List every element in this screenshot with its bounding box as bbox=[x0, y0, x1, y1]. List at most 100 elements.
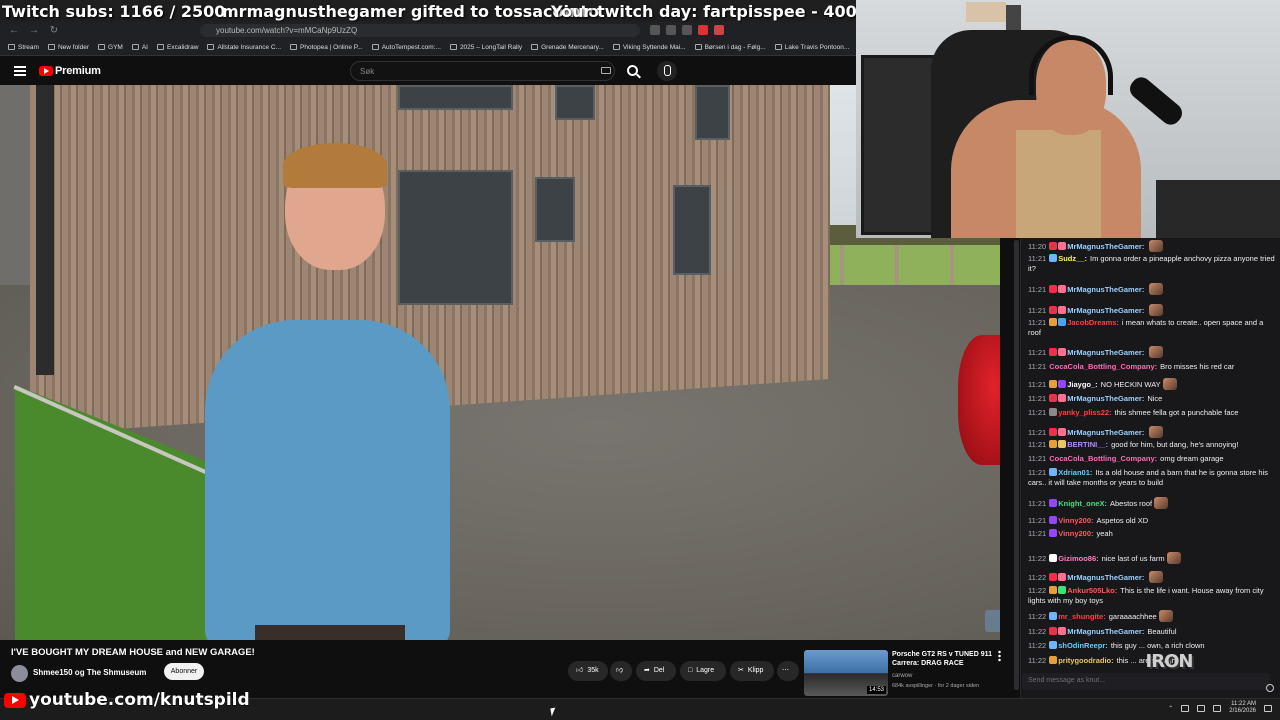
bookmark-item[interactable]: Stream bbox=[8, 44, 39, 51]
chat-badge-icon[interactable] bbox=[1058, 348, 1067, 356]
recommendation-more-icon[interactable] bbox=[998, 650, 1001, 662]
url-field[interactable]: youtube.com/watch?v=mMCaNp9UzZQ bbox=[200, 24, 640, 37]
chat-username[interactable]: Xdrian01: bbox=[1058, 468, 1092, 477]
like-button[interactable]: 👍︎ 35k bbox=[568, 661, 608, 681]
chat-input[interactable]: Send message as knut... bbox=[1022, 673, 1270, 690]
chat-username[interactable]: MrMagnusTheGamer: bbox=[1067, 394, 1144, 403]
chat-username[interactable]: MrMagnusTheGamer: bbox=[1067, 306, 1144, 315]
search-input[interactable]: Søk bbox=[350, 61, 615, 81]
chat-badge-icon[interactable] bbox=[1058, 573, 1067, 581]
chat-username[interactable]: mr_shungite: bbox=[1058, 612, 1106, 621]
chat-badge-icon[interactable] bbox=[1058, 318, 1067, 326]
subscribe-button[interactable]: Abonner bbox=[164, 663, 204, 680]
extension-icon[interactable] bbox=[682, 25, 692, 35]
gear-icon[interactable] bbox=[1266, 684, 1274, 692]
chat-username[interactable]: Jiaygo_: bbox=[1067, 380, 1097, 389]
chat-badge-icon[interactable] bbox=[1049, 242, 1058, 250]
volume-icon[interactable] bbox=[1197, 704, 1206, 712]
chat-badge-icon[interactable] bbox=[1049, 468, 1058, 476]
chat-badge-icon[interactable] bbox=[1049, 394, 1058, 402]
chat-badge-icon[interactable] bbox=[1049, 529, 1058, 537]
bookmark-item[interactable]: Viking Syttende Mai... bbox=[612, 44, 686, 51]
chat-username[interactable]: Knight_oneX: bbox=[1058, 499, 1107, 508]
youtube-brand[interactable]: Premium bbox=[55, 65, 101, 77]
chat-badge-icon[interactable] bbox=[1049, 586, 1058, 594]
extension-icon[interactable] bbox=[650, 25, 660, 35]
chat-badge-icon[interactable] bbox=[1049, 285, 1058, 293]
chat-badge-icon[interactable] bbox=[1049, 627, 1058, 635]
chat-username[interactable]: MrMagnusTheGamer: bbox=[1067, 285, 1144, 294]
more-actions-button[interactable]: ⋯ bbox=[777, 661, 799, 681]
video-overlay-icon[interactable] bbox=[985, 610, 1000, 632]
hamburger-icon[interactable] bbox=[14, 66, 26, 76]
bookmark-item[interactable]: GYM bbox=[98, 44, 123, 51]
chat-badge-icon[interactable] bbox=[1049, 499, 1058, 507]
chat-username[interactable]: Sudz__: bbox=[1058, 254, 1087, 263]
chat-username[interactable]: MrMagnusTheGamer: bbox=[1067, 428, 1144, 437]
bookmark-item[interactable]: Excalidraw bbox=[157, 44, 198, 51]
chat-badge-icon[interactable] bbox=[1058, 627, 1067, 635]
tray-chevron-icon[interactable]: ⌃ bbox=[1168, 705, 1173, 712]
chat-badge-icon[interactable] bbox=[1049, 408, 1058, 416]
bookmark-item[interactable]: AutoTempest.com:... bbox=[371, 44, 441, 51]
extension-icon[interactable] bbox=[714, 25, 724, 35]
chat-badge-icon[interactable] bbox=[1049, 348, 1058, 356]
chat-badge-icon[interactable] bbox=[1049, 516, 1058, 524]
bookmark-item[interactable]: Allstate Insurance C... bbox=[207, 44, 281, 51]
recommendation-channel[interactable]: carwow bbox=[892, 673, 912, 679]
extension-icon[interactable] bbox=[666, 25, 676, 35]
chat-badge-icon[interactable] bbox=[1049, 612, 1058, 620]
chat-badge-icon[interactable] bbox=[1058, 586, 1067, 594]
chat-scrollbar[interactable] bbox=[1014, 240, 1019, 690]
dislike-button[interactable]: 👎︎ bbox=[610, 661, 632, 681]
chat-username[interactable]: CocaCola_Bottling_Company: bbox=[1049, 362, 1157, 371]
mic-icon[interactable] bbox=[657, 61, 677, 81]
chat-username[interactable]: MrMagnusTheGamer: bbox=[1067, 573, 1144, 582]
chat-badge-icon[interactable] bbox=[1049, 656, 1058, 664]
chat-username[interactable]: pritygoodradio: bbox=[1058, 656, 1113, 665]
recommendation-title[interactable]: Porsche GT2 RS v TUNED 911 Carrera: DRAG… bbox=[892, 650, 992, 668]
share-button[interactable]: ➦ Del bbox=[636, 661, 676, 681]
chat-username[interactable]: yanky_pliss22: bbox=[1058, 408, 1111, 417]
bookmark-item[interactable]: 2025 – LongTail Rally bbox=[449, 44, 522, 51]
chat-username[interactable]: MrMagnusTheGamer: bbox=[1067, 627, 1144, 636]
chat-username[interactable]: MrMagnusTheGamer: bbox=[1067, 348, 1144, 357]
channel-name[interactable]: Shmee150 og The Shmuseum bbox=[33, 668, 146, 677]
bookmark-item[interactable]: New folder bbox=[47, 44, 89, 51]
recommendation-thumbnail[interactable]: 14:53 bbox=[804, 650, 888, 696]
chat-badge-icon[interactable] bbox=[1058, 428, 1067, 436]
chat-badge-icon[interactable] bbox=[1049, 641, 1058, 649]
extension-icon[interactable] bbox=[698, 25, 708, 35]
network-icon[interactable] bbox=[1181, 704, 1190, 712]
chat-badge-icon[interactable] bbox=[1058, 306, 1067, 314]
bookmark-item[interactable]: Børsen i dag - Følg... bbox=[694, 44, 766, 51]
chat-badge-icon[interactable] bbox=[1058, 440, 1067, 448]
search-icon[interactable] bbox=[627, 65, 638, 76]
save-button[interactable]: □ Lagre bbox=[680, 661, 726, 681]
bookmark-item[interactable]: AI bbox=[131, 44, 148, 51]
notification-icon[interactable] bbox=[1264, 704, 1272, 712]
bookmark-item[interactable]: Photopea | Online P... bbox=[290, 44, 363, 51]
chat-username[interactable]: JacobDreams: bbox=[1067, 318, 1119, 327]
chat-username[interactable]: MrMagnusTheGamer: bbox=[1067, 242, 1144, 251]
video-player[interactable] bbox=[0, 85, 1000, 640]
chat-badge-icon[interactable] bbox=[1049, 306, 1058, 314]
chat-username[interactable]: Gizimoo86: bbox=[1058, 554, 1098, 563]
chat-username[interactable]: CocaCola_Bottling_Company: bbox=[1049, 454, 1157, 463]
chat-badge-icon[interactable] bbox=[1049, 428, 1058, 436]
chat-username[interactable]: shOdinReepr: bbox=[1058, 641, 1108, 650]
youtube-logo-icon[interactable] bbox=[39, 66, 53, 76]
chat-badge-icon[interactable] bbox=[1049, 440, 1058, 448]
chat-badge-icon[interactable] bbox=[1049, 254, 1058, 262]
chat-badge-icon[interactable] bbox=[1058, 380, 1067, 388]
chat-username[interactable]: BERTINI__: bbox=[1067, 440, 1108, 449]
chat-username[interactable]: Vinny200: bbox=[1058, 516, 1093, 525]
chat-badge-icon[interactable] bbox=[1058, 285, 1067, 293]
chat-badge-icon[interactable] bbox=[1049, 554, 1058, 562]
chat-badge-icon[interactable] bbox=[1049, 573, 1058, 581]
reload-icon[interactable]: ↻ bbox=[48, 25, 60, 37]
chat-username[interactable]: Ankur505Lko: bbox=[1067, 586, 1117, 595]
battery-icon[interactable] bbox=[1213, 704, 1222, 712]
chat-username[interactable]: Vinny200: bbox=[1058, 529, 1093, 538]
forward-icon[interactable]: → bbox=[28, 25, 40, 37]
